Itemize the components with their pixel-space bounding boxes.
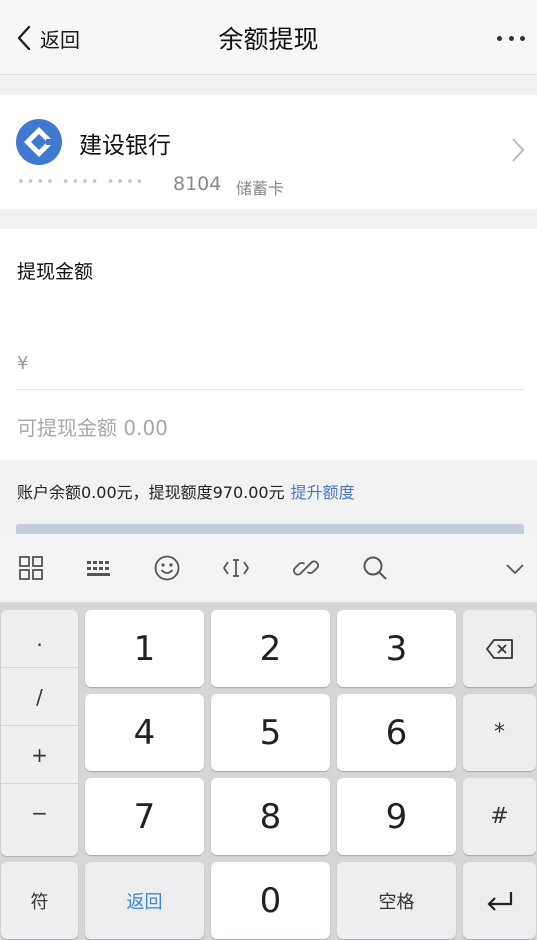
- nav-bar: 返回 余额提现: [0, 0, 537, 75]
- chevron-down-icon[interactable]: [501, 554, 529, 582]
- backspace-icon: [485, 638, 513, 659]
- symbol-key[interactable]: 符: [1, 862, 78, 939]
- amount-label: 提现金额: [17, 261, 94, 283]
- chevron-right-icon: [512, 138, 525, 162]
- balance-text: 账户余额0.00元，提现额度970.00元: [17, 483, 285, 502]
- link-icon[interactable]: [292, 554, 320, 582]
- key-slash[interactable]: /: [1, 668, 78, 726]
- card-number-mask: •••• •••• ••••: [17, 175, 146, 190]
- keyboard-back-key[interactable]: 返回: [85, 862, 204, 939]
- balance-info: 账户余额0.00元，提现额度970.00元 提升额度: [17, 479, 355, 503]
- key-9[interactable]: 9: [337, 778, 456, 855]
- key-hash[interactable]: #: [463, 778, 536, 855]
- delete-key[interactable]: [463, 610, 536, 687]
- bank-card-row[interactable]: 建设银行 •••• •••• •••• 8104 储蓄卡: [0, 95, 537, 209]
- key-minus[interactable]: −: [1, 784, 78, 842]
- symbol-column: . / + −: [1, 610, 78, 856]
- key-2[interactable]: 2: [211, 610, 330, 687]
- card-type: 储蓄卡: [236, 179, 285, 198]
- grid-icon[interactable]: [17, 554, 45, 582]
- card-last-digits: 8104: [173, 173, 222, 195]
- key-3[interactable]: 3: [337, 610, 456, 687]
- key-6[interactable]: 6: [337, 694, 456, 771]
- more-dots-icon[interactable]: [493, 24, 529, 52]
- numeric-keyboard: . / + − 1 2 3 4 5 6 * 7 8 9 # 符 返回 0 空格: [0, 603, 537, 940]
- cursor-icon[interactable]: [222, 554, 250, 582]
- enter-key[interactable]: [463, 862, 536, 939]
- input-divider: [17, 389, 524, 390]
- currency-symbol: ¥: [17, 353, 29, 374]
- amount-input[interactable]: [40, 341, 520, 381]
- key-0[interactable]: 0: [211, 862, 330, 939]
- available-amount: 可提现金额 0.00: [17, 416, 168, 440]
- key-4[interactable]: 4: [85, 694, 204, 771]
- emoji-icon[interactable]: [153, 554, 181, 582]
- key-plus[interactable]: +: [1, 726, 78, 784]
- key-8[interactable]: 8: [211, 778, 330, 855]
- key-1[interactable]: 1: [85, 610, 204, 687]
- key-5[interactable]: 5: [211, 694, 330, 771]
- raise-limit-link[interactable]: 提升额度: [291, 483, 355, 502]
- key-7[interactable]: 7: [85, 778, 204, 855]
- bank-name: 建设银行: [79, 133, 171, 159]
- page-title: 余额提现: [218, 25, 319, 54]
- search-icon[interactable]: [361, 554, 389, 582]
- withdraw-amount-section: 提现金额 ¥ 可提现金额 0.00: [0, 229, 537, 460]
- space-key[interactable]: 空格: [337, 862, 456, 939]
- keyboard-icon[interactable]: [85, 554, 113, 582]
- enter-icon: [486, 891, 512, 911]
- scroll-strip: [16, 524, 524, 534]
- key-dot[interactable]: .: [1, 610, 78, 668]
- keyboard-toolbar: [0, 534, 537, 603]
- key-star[interactable]: *: [463, 694, 536, 771]
- ccb-logo-icon: [16, 119, 62, 165]
